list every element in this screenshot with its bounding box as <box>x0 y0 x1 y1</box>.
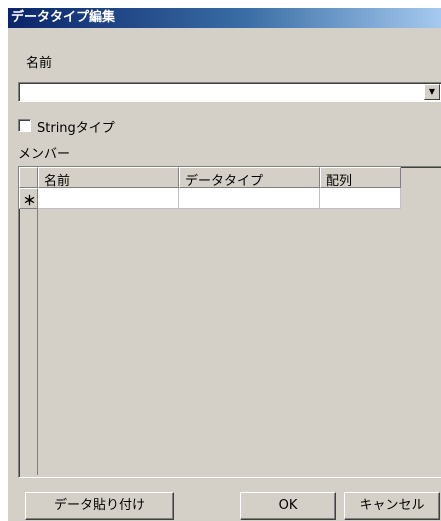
dialog-title-bar[interactable]: データタイプ編集 <box>8 8 441 28</box>
dropdown-button[interactable]: ▼ <box>424 84 440 100</box>
ok-button[interactable]: OK <box>240 492 336 520</box>
cell-data-type[interactable] <box>179 188 320 209</box>
chevron-down-icon: ▼ <box>428 87 436 96</box>
members-label: メンバー <box>18 147 71 162</box>
cell-name[interactable] <box>38 188 179 209</box>
column-header-array[interactable]: 配列 <box>320 167 401 189</box>
paste-data-button[interactable]: データ貼り付け <box>25 492 174 520</box>
dialog-title: データタイプ編集 <box>11 10 116 25</box>
column-header-name[interactable]: 名前 <box>38 167 179 189</box>
row-header-new[interactable]: ＊ <box>19 188 38 209</box>
grid-corner-header <box>19 167 38 188</box>
name-label: 名前 <box>26 56 53 71</box>
cancel-button[interactable]: キャンセル <box>344 492 440 520</box>
cell-array[interactable] <box>320 188 401 209</box>
column-header-array-label: 配列 <box>326 174 353 189</box>
column-header-data-type[interactable]: データタイプ <box>179 167 320 189</box>
data-type-edit-dialog: データタイプ編集 名前 ▼ Stringタイプ メンバー 名前 データタイプ 配… <box>7 7 441 521</box>
string-type-label: Stringタイプ <box>37 121 115 136</box>
row-header-divider <box>37 209 38 475</box>
members-grid[interactable]: 名前 データタイプ 配列 ＊ <box>18 166 441 478</box>
column-header-data-type-label: データタイプ <box>185 174 264 189</box>
new-row-marker: ＊ <box>23 194 37 209</box>
name-combobox[interactable]: ▼ <box>18 82 441 102</box>
column-header-name-label: 名前 <box>44 174 71 189</box>
string-type-checkbox[interactable] <box>18 119 31 132</box>
